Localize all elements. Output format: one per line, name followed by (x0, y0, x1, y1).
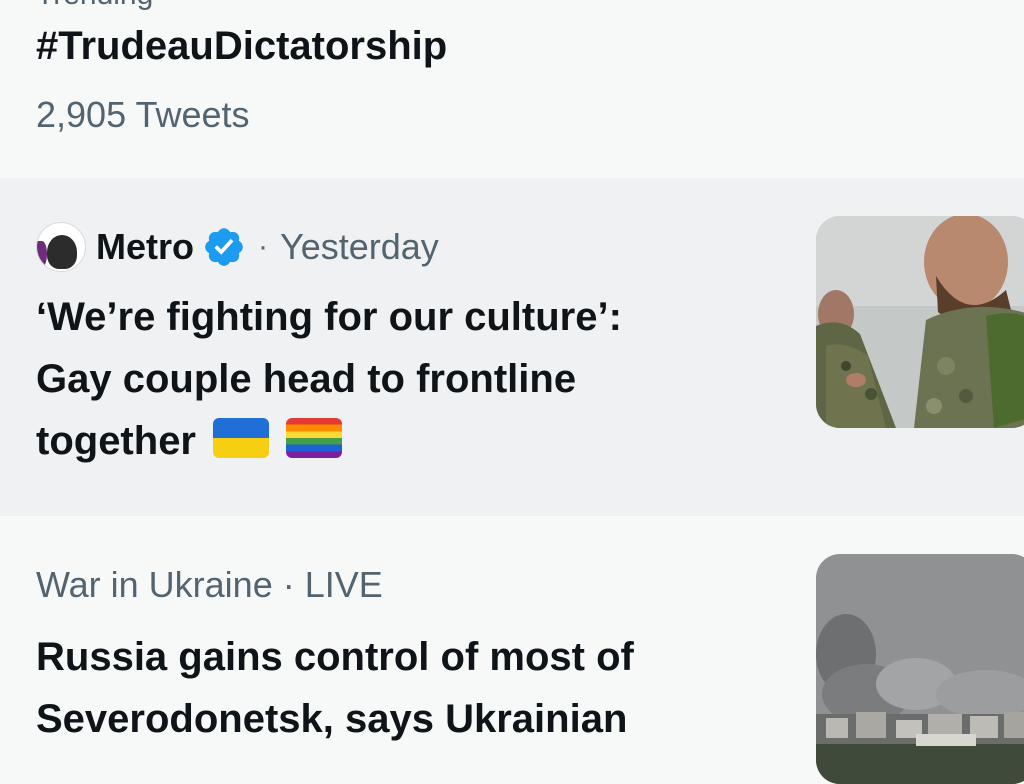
live-badge: LIVE (304, 564, 383, 605)
headline-line: Russia gains control of most of (36, 635, 634, 679)
news-meta: Metro · Yesterday (36, 222, 439, 272)
headline-line-with-emoji: together (36, 410, 766, 472)
news-item-metro[interactable]: Metro · Yesterday ‘We’re fighting for ou… (0, 178, 1024, 516)
news-thumbnail-soldiers[interactable] (816, 216, 1024, 428)
meta-separator: · (282, 564, 295, 605)
news-headline[interactable]: Russia gains control of most of Severodo… (36, 626, 776, 750)
headline-line: Severodonetsk, says Ukrainian (36, 697, 628, 741)
ukraine-flag-icon (213, 418, 270, 458)
headline-line: Gay couple head to frontline (36, 357, 577, 401)
topic-label: War in Ukraine (36, 564, 273, 605)
headline-line: ‘We’re fighting for our culture’: (36, 295, 622, 339)
meta-separator: · (258, 230, 268, 263)
news-headline[interactable]: ‘We’re fighting for our culture’: Gay co… (36, 286, 766, 472)
soldiers-photo (816, 216, 1024, 428)
news-meta: War in Ukraine · LIVE (36, 564, 383, 606)
rainbow-flag-icon (286, 418, 343, 458)
city-smoke-photo (816, 554, 1024, 784)
trend-item[interactable]: #TrudeauDictatorship 2,905 Tweets (0, 0, 1024, 178)
news-thumbnail-smoke[interactable] (816, 554, 1024, 784)
post-time: Yesterday (280, 226, 439, 267)
trend-tweet-count: 2,905 Tweets (36, 94, 250, 135)
metro-avatar[interactable] (36, 222, 86, 272)
news-item-ukraine[interactable]: War in Ukraine · LIVE Russia gains contr… (0, 516, 1024, 784)
headline-line: together (36, 419, 196, 463)
trend-title[interactable]: #TrudeauDictatorship (36, 24, 447, 69)
verified-badge-icon (205, 228, 243, 266)
source-name[interactable]: Metro (96, 226, 194, 268)
